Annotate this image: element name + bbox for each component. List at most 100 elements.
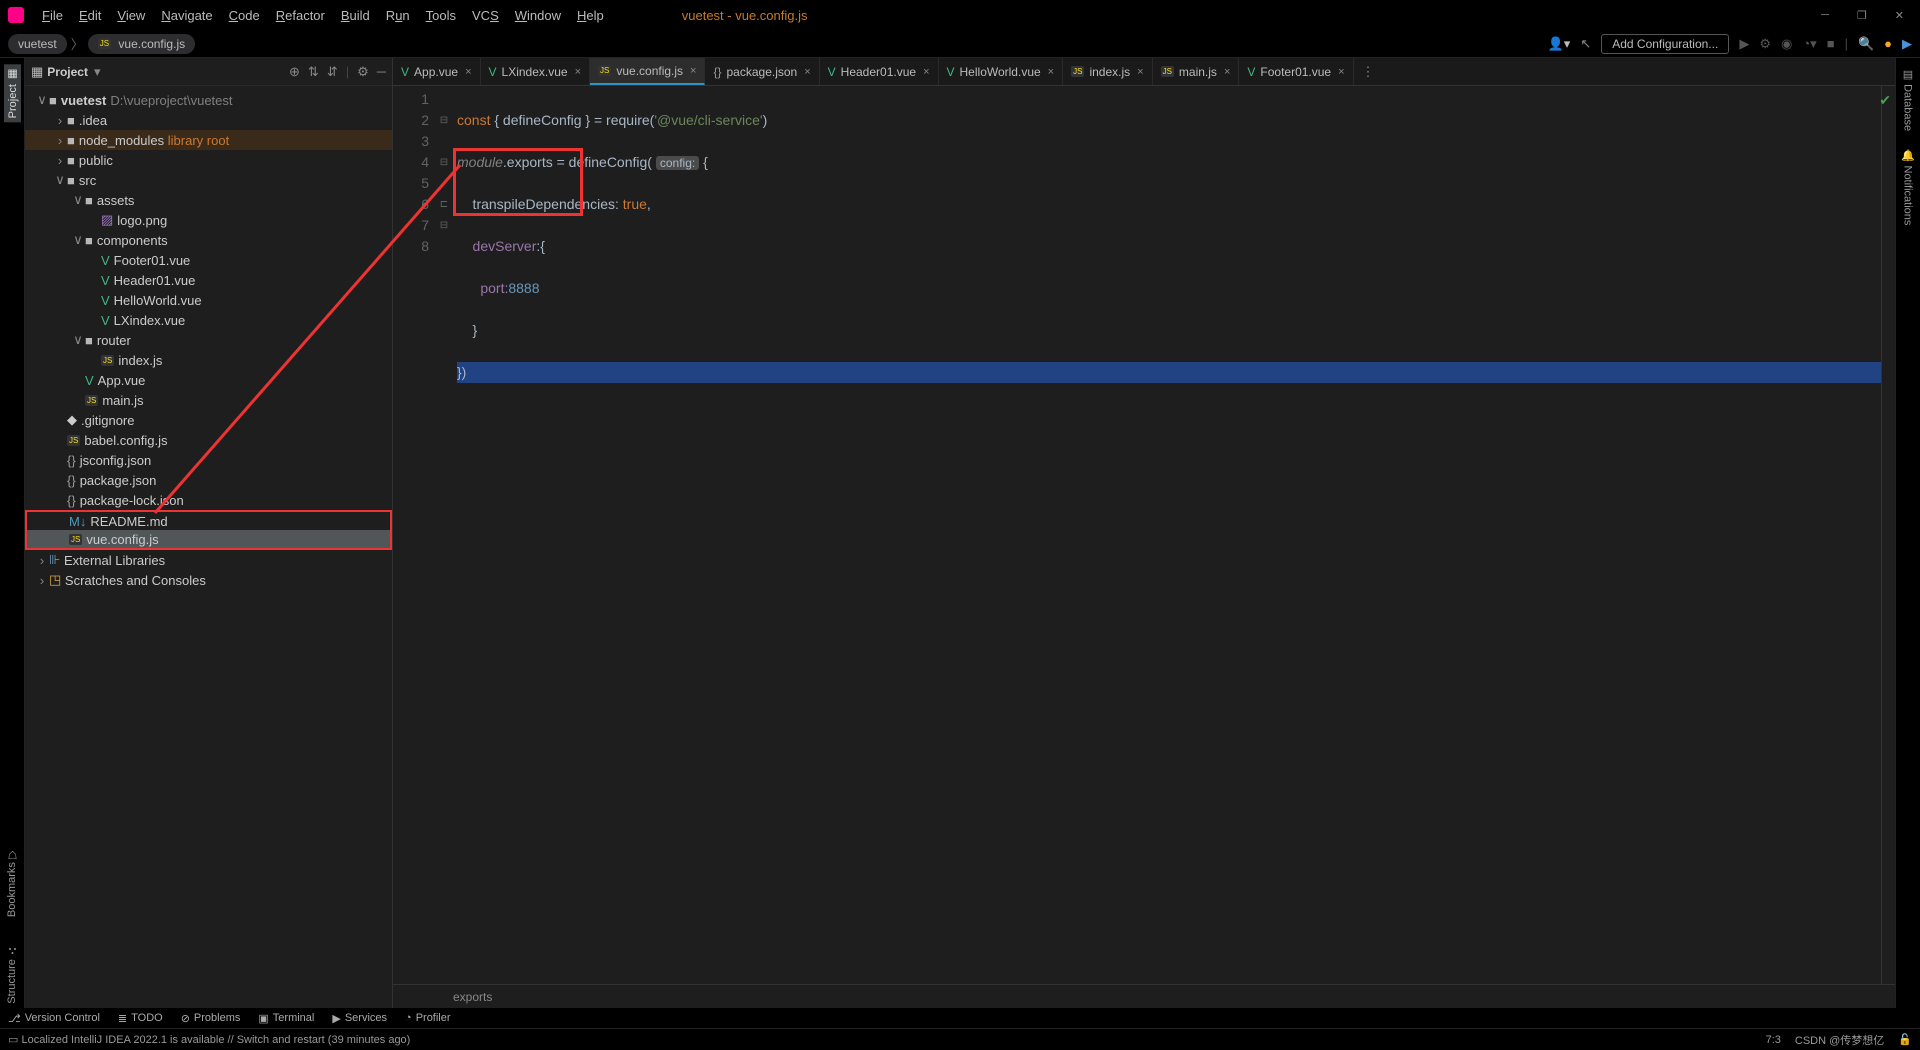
inspection-ok-icon[interactable]: ✔ — [1879, 90, 1891, 111]
tw-database[interactable]: ▤ Database — [1900, 64, 1917, 135]
tree-header[interactable]: VHeader01.vue — [25, 270, 392, 290]
expand-all-icon[interactable]: ⇅ — [308, 64, 319, 80]
menu-tools[interactable]: Tools — [418, 4, 464, 27]
tw-todo[interactable]: ≣ TODO — [118, 1012, 163, 1025]
settings-icon[interactable]: ⚙ — [357, 64, 369, 80]
search-icon[interactable]: 🔍 — [1858, 36, 1874, 52]
tw-terminal[interactable]: ▣ Terminal — [258, 1012, 314, 1025]
ide-status-icon[interactable]: ● — [1884, 36, 1892, 51]
close-icon[interactable]: × — [690, 65, 696, 77]
tree-node-modules[interactable]: ›■node_modules library root — [25, 130, 392, 150]
tree-app[interactable]: VApp.vue — [25, 370, 392, 390]
tw-project[interactable]: Project ▦ — [4, 64, 21, 122]
collapse-all-icon[interactable]: ⇵ — [327, 64, 338, 80]
tree-router-index[interactable]: JSindex.js — [25, 350, 392, 370]
project-tree[interactable]: ∨■vuetestD:\vueproject\vuetest ›■.idea ›… — [25, 86, 392, 1008]
tree-router[interactable]: ∨■router — [25, 330, 392, 350]
menu-window[interactable]: Window — [507, 4, 569, 27]
close-icon[interactable]: × — [1137, 66, 1143, 78]
avatar-dropdown[interactable]: 👤▾ — [1548, 36, 1571, 52]
close-icon[interactable]: × — [804, 66, 810, 78]
coverage-icon[interactable]: ◉ — [1781, 36, 1792, 52]
close-button[interactable]: ✕ — [1887, 5, 1912, 26]
close-icon[interactable]: × — [1224, 66, 1230, 78]
breadcrumb-file[interactable]: JS vue.config.js — [88, 34, 195, 54]
tree-package[interactable]: {}package.json — [25, 470, 392, 490]
close-icon[interactable]: × — [923, 66, 929, 78]
status-caret-pos[interactable]: 7:3 — [1766, 1034, 1781, 1046]
tree-main[interactable]: JSmain.js — [25, 390, 392, 410]
tree-external-libs[interactable]: ›⊪ External Libraries — [25, 550, 392, 570]
close-icon[interactable]: × — [465, 66, 471, 78]
menu-refactor[interactable]: Refactor — [268, 4, 333, 27]
menu-vcs[interactable]: VCS — [464, 4, 507, 27]
run-icon[interactable]: ▶ — [1739, 36, 1749, 52]
menu-file[interactable]: File — [34, 4, 71, 27]
tree-babel[interactable]: JSbabel.config.js — [25, 430, 392, 450]
menu-view[interactable]: View — [109, 4, 153, 27]
menu-code[interactable]: Code — [221, 4, 268, 27]
tab-header[interactable]: VHeader01.vue× — [820, 58, 939, 85]
tree-footer[interactable]: VFooter01.vue — [25, 250, 392, 270]
tree-src[interactable]: ∨■src — [25, 170, 392, 190]
menu-navigate[interactable]: Navigate — [153, 4, 220, 27]
close-icon[interactable]: × — [575, 66, 581, 78]
menu-help[interactable]: Help — [569, 4, 612, 27]
fold-gutter[interactable]: ⊟⊟⊏⊟ — [437, 86, 451, 984]
status-event-icon[interactable]: ▭ — [8, 1033, 18, 1046]
close-icon[interactable]: × — [1048, 66, 1054, 78]
profile-icon[interactable]: ◔▾ — [1802, 36, 1816, 52]
breadcrumb-project[interactable]: vuetest — [8, 34, 67, 54]
tw-bookmarks[interactable]: Bookmarks ⛉ — [4, 844, 20, 921]
tab-package[interactable]: {}package.json× — [705, 58, 819, 85]
tw-vcs[interactable]: ⎇ Version Control — [8, 1012, 100, 1025]
tw-notifications[interactable]: 🔔 Notifications — [1900, 145, 1917, 229]
tree-scratches[interactable]: ›◳ Scratches and Consoles — [25, 570, 392, 590]
build-icon[interactable]: ↖ — [1580, 36, 1591, 52]
status-message[interactable]: Localized IntelliJ IDEA 2022.1 is availa… — [21, 1034, 410, 1046]
code-editor[interactable]: 12345678 ⊟⊟⊏⊟ const { defineConfig } = r… — [393, 86, 1895, 984]
minimize-button[interactable]: ─ — [1813, 5, 1837, 25]
tw-structure[interactable]: Structure ⛬ — [4, 941, 20, 1008]
tw-problems[interactable]: ⊘ Problems — [181, 1012, 241, 1025]
maximize-button[interactable]: ❐ — [1849, 5, 1875, 26]
menu-run[interactable]: Run — [378, 4, 418, 27]
tab-lxindex[interactable]: VLXindex.vue× — [481, 58, 591, 85]
add-configuration-button[interactable]: Add Configuration... — [1601, 34, 1729, 54]
select-opened-icon[interactable]: ⊕ — [289, 64, 300, 80]
tree-jsconfig[interactable]: {}jsconfig.json — [25, 450, 392, 470]
update-icon[interactable]: ▶ — [1902, 36, 1912, 52]
tree-idea[interactable]: ›■.idea — [25, 110, 392, 130]
tab-footer[interactable]: VFooter01.vue× — [1239, 58, 1353, 85]
tree-hello[interactable]: VHelloWorld.vue — [25, 290, 392, 310]
tree-packagelock[interactable]: {}package-lock.json — [25, 490, 392, 510]
tree-vueconfig[interactable]: JSvue.config.js — [25, 530, 392, 550]
readonly-lock-icon[interactable]: 🔓 — [1898, 1033, 1912, 1046]
tabs-more-icon[interactable]: ⋮ — [1354, 58, 1383, 85]
tree-public[interactable]: ›■public — [25, 150, 392, 170]
editor-breadcrumb[interactable]: exports — [393, 984, 1895, 1008]
project-view-dropdown[interactable]: ▾ — [94, 64, 101, 80]
code-content[interactable]: const { defineConfig } = require('@vue/c… — [451, 86, 1881, 984]
tree-lxindex[interactable]: VLXindex.vue — [25, 310, 392, 330]
tree-logo[interactable]: ▨logo.png — [25, 210, 392, 230]
menu-build[interactable]: Build — [333, 4, 378, 27]
tree-assets[interactable]: ∨■assets — [25, 190, 392, 210]
tab-app[interactable]: VApp.vue× — [393, 58, 481, 85]
tab-hello[interactable]: VHelloWorld.vue× — [939, 58, 1064, 85]
tw-profiler[interactable]: ◔ Profiler — [405, 1012, 451, 1024]
debug-icon[interactable]: ⚙ — [1759, 36, 1771, 52]
tree-components[interactable]: ∨■components — [25, 230, 392, 250]
project-panel-title[interactable]: Project — [47, 65, 88, 79]
tw-services[interactable]: ▶ Services — [332, 1012, 387, 1025]
tab-vueconfig[interactable]: JSvue.config.js× — [590, 58, 705, 85]
tree-readme[interactable]: M↓README.md — [25, 510, 392, 530]
menu-edit[interactable]: Edit — [71, 4, 109, 27]
tab-main[interactable]: JSmain.js× — [1153, 58, 1240, 85]
error-stripe[interactable] — [1881, 86, 1895, 984]
hide-panel-icon[interactable]: ─ — [377, 64, 386, 80]
stop-icon[interactable]: ■ — [1827, 36, 1835, 51]
tree-gitignore[interactable]: ◆.gitignore — [25, 410, 392, 430]
close-icon[interactable]: × — [1338, 66, 1344, 78]
tree-root[interactable]: ∨■vuetestD:\vueproject\vuetest — [25, 90, 392, 110]
